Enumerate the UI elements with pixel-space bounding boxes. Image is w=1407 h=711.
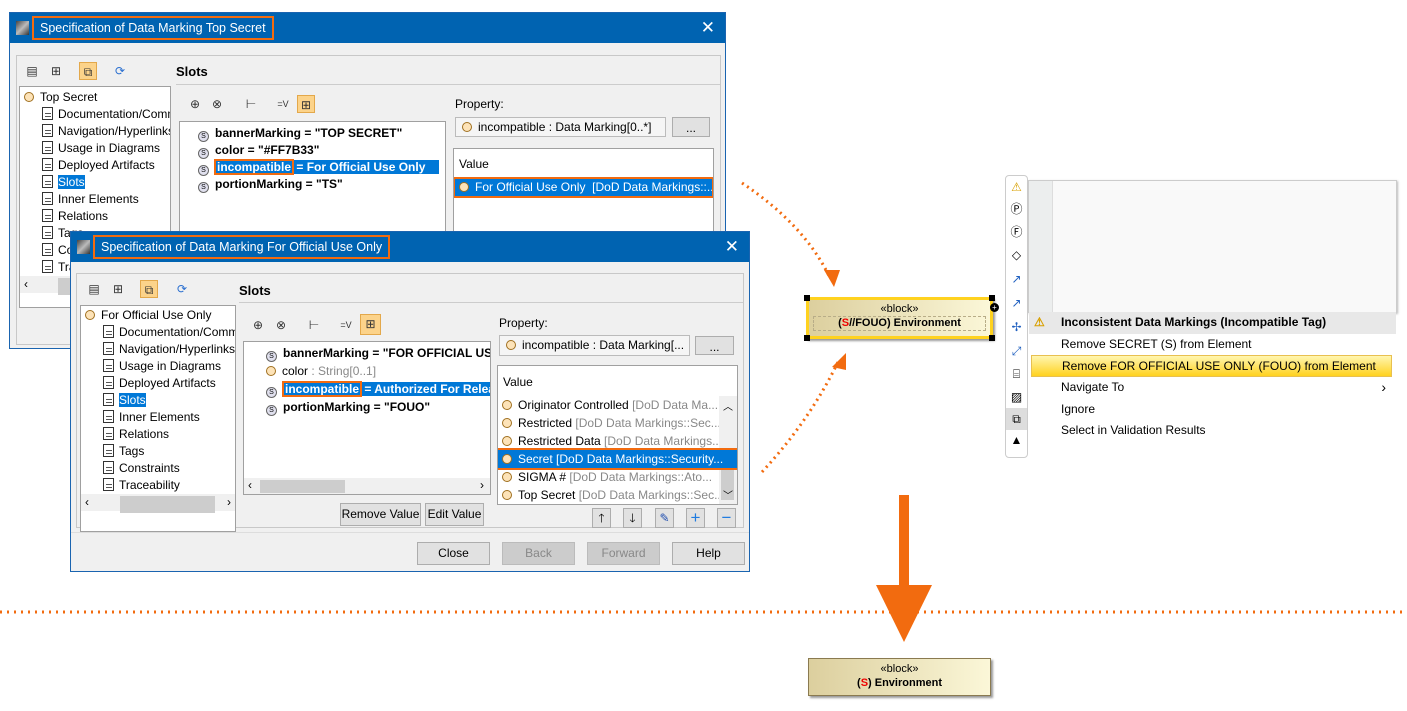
chevron-right-icon: › (1381, 379, 1386, 396)
flow-port-icon[interactable]: Ⓕ (1006, 221, 1027, 244)
menu-item-remove-fouo[interactable]: Remove FOR OFFICIAL USE ONLY (FOUO) from… (1031, 355, 1392, 378)
block-stereotype: «block» (880, 663, 919, 675)
dotted-arrow-2 (760, 361, 840, 474)
warning-icon: ⚠ (1034, 315, 1045, 329)
menu-header: ⚠ Inconsistent Data Markings (Incompatibl… (1029, 312, 1396, 334)
smart-manipulator-toolbar: ⚠ Ⓟ Ⓕ ◇ ↗ ↗ ✢ ⤢ ⌸ ▨ ⧉ ▲ (1005, 175, 1028, 458)
arrow-head-1 (824, 270, 840, 287)
down-arrow-head (876, 585, 932, 642)
context-menu: ⚠ Inconsistent Data Markings (Incompatibl… (1028, 180, 1397, 437)
add-handle-icon[interactable]: + (990, 303, 999, 312)
generalization-icon[interactable]: ↗ (1006, 291, 1027, 315)
collapse-up-icon[interactable]: ▲ (1006, 430, 1027, 450)
menu-item-ignore[interactable]: Ignore (1029, 399, 1396, 421)
warning-icon[interactable]: ⚠ (1006, 176, 1027, 198)
display-icon[interactable]: ⧉ (1006, 408, 1027, 430)
dependency-icon[interactable]: ✢ (1006, 315, 1027, 339)
association-icon[interactable]: ↗ (1006, 267, 1027, 291)
block-name: (S//FOUO) Environment (813, 316, 986, 331)
menu-item-remove-secret[interactable]: Remove SECRET (S) from Element (1029, 334, 1396, 356)
image-icon[interactable]: ▨ (1006, 386, 1027, 408)
block-stereotype: «block» (880, 303, 919, 315)
block-environment-selected[interactable]: «block» (S//FOUO) Environment + (804, 295, 999, 341)
allocate-icon[interactable]: ⤢ (1006, 339, 1027, 363)
interface-port-icon[interactable]: ◇ (1006, 244, 1027, 267)
block-environment-result[interactable]: «block» (S) Environment (808, 658, 991, 696)
menu-item-navigate-to[interactable]: Navigate To › (1029, 377, 1396, 399)
port-icon[interactable]: Ⓟ (1006, 198, 1027, 221)
down-arrow-shaft (899, 495, 909, 587)
dotted-arrow-1 (741, 181, 832, 279)
menu-item-select-in-validation[interactable]: Select in Validation Results (1029, 420, 1396, 442)
note-icon[interactable]: ⌸ (1006, 363, 1027, 386)
block-name: (S) Environment (857, 677, 942, 689)
